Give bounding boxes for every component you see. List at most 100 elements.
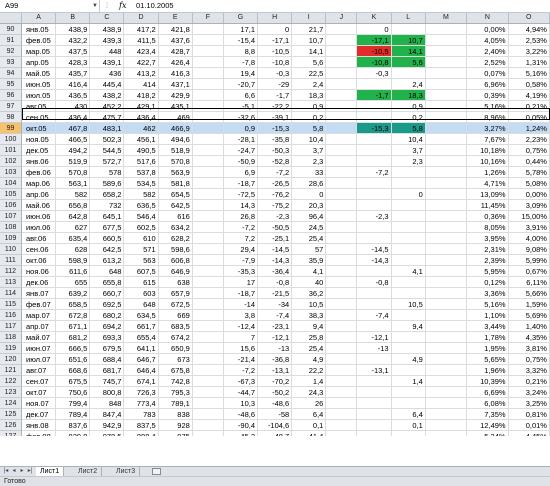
cell-h[interactable]: 0 bbox=[258, 24, 293, 35]
cell-c[interactable]: 502,3 bbox=[90, 134, 125, 145]
cell-g[interactable]: 19,4 bbox=[223, 68, 259, 79]
cell-d[interactable]: 423,4 bbox=[124, 46, 159, 57]
cell-a[interactable]: мар.06 bbox=[22, 178, 57, 189]
cell-n[interactable]: 1,96% bbox=[467, 365, 509, 376]
cell-h[interactable]: -22,2 bbox=[258, 101, 293, 112]
cell-o[interactable]: 9,08% bbox=[508, 244, 550, 255]
cell-f[interactable] bbox=[192, 35, 224, 46]
cell-b[interactable]: 672,8 bbox=[56, 310, 91, 321]
cell-e[interactable]: 421,8 bbox=[158, 24, 193, 35]
cell-g[interactable]: -20,7 bbox=[223, 79, 259, 90]
cell-b[interactable]: 435,7 bbox=[56, 68, 91, 79]
cell-g[interactable]: 17,1 bbox=[223, 24, 259, 35]
row-header[interactable]: 114 bbox=[0, 288, 22, 299]
cell-e[interactable]: 675,8 bbox=[158, 365, 193, 376]
cell-d[interactable]: 610 bbox=[124, 233, 159, 244]
cell-d[interactable]: 546,4 bbox=[124, 211, 159, 222]
cell-b[interactable]: 681,2 bbox=[56, 332, 91, 343]
cell-c[interactable]: 847,4 bbox=[90, 409, 125, 420]
cell-n[interactable]: 2,39% bbox=[467, 255, 509, 266]
cell-h[interactable]: -39,1 bbox=[258, 112, 293, 123]
cell-b[interactable]: 658,5 bbox=[56, 299, 91, 310]
cell-h[interactable]: -1,7 bbox=[258, 90, 293, 101]
formula-bar-resize-icon[interactable]: ⋮ bbox=[104, 0, 110, 12]
cell-o[interactable]: 3,25% bbox=[508, 398, 550, 409]
cell-d[interactable]: 462 bbox=[124, 123, 159, 134]
cell-m[interactable] bbox=[425, 68, 468, 79]
cell-a[interactable]: сен.06 bbox=[22, 244, 57, 255]
cell-o[interactable]: 3,91% bbox=[508, 222, 550, 233]
cell-e[interactable]: 646,9 bbox=[158, 266, 193, 277]
cell-a[interactable]: июн.07 bbox=[22, 343, 57, 354]
cell-l[interactable] bbox=[391, 178, 426, 189]
cell-a[interactable]: окт.06 bbox=[22, 255, 57, 266]
next-sheet-icon[interactable]: ▸ bbox=[18, 467, 26, 476]
cell-a[interactable]: ноя.05 bbox=[22, 134, 57, 145]
cell-a[interactable]: ноя.06 bbox=[22, 266, 57, 277]
cell-j[interactable] bbox=[326, 233, 358, 244]
cell-o[interactable]: 1,24% bbox=[508, 123, 550, 134]
cell-c[interactable]: 648 bbox=[90, 266, 125, 277]
cell-d[interactable]: 636,5 bbox=[124, 200, 159, 211]
cell-j[interactable] bbox=[326, 189, 358, 200]
cell-i[interactable]: 25,8 bbox=[292, 332, 327, 343]
cell-d[interactable]: 413,2 bbox=[124, 68, 159, 79]
cell-i[interactable]: 0,9 bbox=[292, 101, 327, 112]
cell-f[interactable] bbox=[192, 387, 224, 398]
select-all-corner[interactable] bbox=[0, 13, 22, 23]
cell-o[interactable]: 2,53% bbox=[508, 35, 550, 46]
cell-m[interactable] bbox=[425, 299, 468, 310]
cell-n[interactable]: 7,35% bbox=[467, 409, 509, 420]
cell-o[interactable]: 0,21% bbox=[508, 376, 550, 387]
row-header[interactable]: 120 bbox=[0, 354, 22, 365]
cell-e[interactable]: 657,9 bbox=[158, 288, 193, 299]
cell-b[interactable]: 611,6 bbox=[56, 266, 91, 277]
cell-g[interactable]: 6,9 bbox=[223, 167, 259, 178]
cell-g[interactable]: 14,3 bbox=[223, 200, 259, 211]
cell-l[interactable] bbox=[391, 387, 426, 398]
cell-e[interactable]: 563,9 bbox=[158, 167, 193, 178]
cell-e[interactable]: 426,4 bbox=[158, 57, 193, 68]
cell-e[interactable]: 673 bbox=[158, 354, 193, 365]
row-header[interactable]: 119 bbox=[0, 343, 22, 354]
chevron-down-icon[interactable]: ▼ bbox=[92, 0, 98, 12]
cell-a[interactable]: сен.07 bbox=[22, 376, 57, 387]
cell-g[interactable]: 15,6 bbox=[223, 343, 259, 354]
cell-a[interactable]: дек.07 bbox=[22, 409, 57, 420]
cell-m[interactable] bbox=[425, 46, 468, 57]
cell-e[interactable]: 416,3 bbox=[158, 68, 193, 79]
cell-o[interactable]: 4,35% bbox=[508, 332, 550, 343]
cell-b[interactable]: 432,2 bbox=[56, 35, 91, 46]
cell-h[interactable]: -26,5 bbox=[258, 178, 293, 189]
cell-g[interactable]: -24,7 bbox=[223, 145, 259, 156]
cell-b[interactable]: 639,2 bbox=[56, 288, 91, 299]
cell-o[interactable]: 0,05% bbox=[508, 112, 550, 123]
cell-h[interactable]: -0,3 bbox=[258, 68, 293, 79]
cell-m[interactable] bbox=[425, 200, 468, 211]
cell-d[interactable]: 634,5 bbox=[124, 310, 159, 321]
cell-h[interactable]: -58 bbox=[258, 409, 293, 420]
cell-g[interactable]: -7,8 bbox=[223, 57, 259, 68]
cell-d[interactable]: 674,1 bbox=[124, 376, 159, 387]
cell-k[interactable] bbox=[357, 134, 392, 145]
cell-k[interactable] bbox=[357, 321, 392, 332]
cell-m[interactable] bbox=[425, 24, 468, 35]
cell-h[interactable]: -76,2 bbox=[258, 189, 293, 200]
cell-c[interactable]: 452,2 bbox=[90, 101, 125, 112]
cell-e[interactable]: 466,9 bbox=[158, 123, 193, 134]
cell-c[interactable]: 439,3 bbox=[90, 35, 125, 46]
cell-e[interactable]: 669 bbox=[158, 310, 193, 321]
cell-o[interactable]: 0,21% bbox=[508, 101, 550, 112]
cell-f[interactable] bbox=[192, 398, 224, 409]
cell-g[interactable]: -32,6 bbox=[223, 112, 259, 123]
cell-i[interactable]: 20,3 bbox=[292, 200, 327, 211]
cell-k[interactable]: -13,1 bbox=[357, 365, 392, 376]
cell-a[interactable]: ноя.07 bbox=[22, 398, 57, 409]
cell-n[interactable]: 1,10% bbox=[467, 310, 509, 321]
cell-k[interactable] bbox=[357, 299, 392, 310]
cell-k[interactable]: -0,3 bbox=[357, 68, 392, 79]
cell-n[interactable]: 0,12% bbox=[467, 277, 509, 288]
cell-k[interactable]: -7,2 bbox=[357, 167, 392, 178]
row-header[interactable]: 103 bbox=[0, 167, 22, 178]
cell-f[interactable] bbox=[192, 57, 224, 68]
